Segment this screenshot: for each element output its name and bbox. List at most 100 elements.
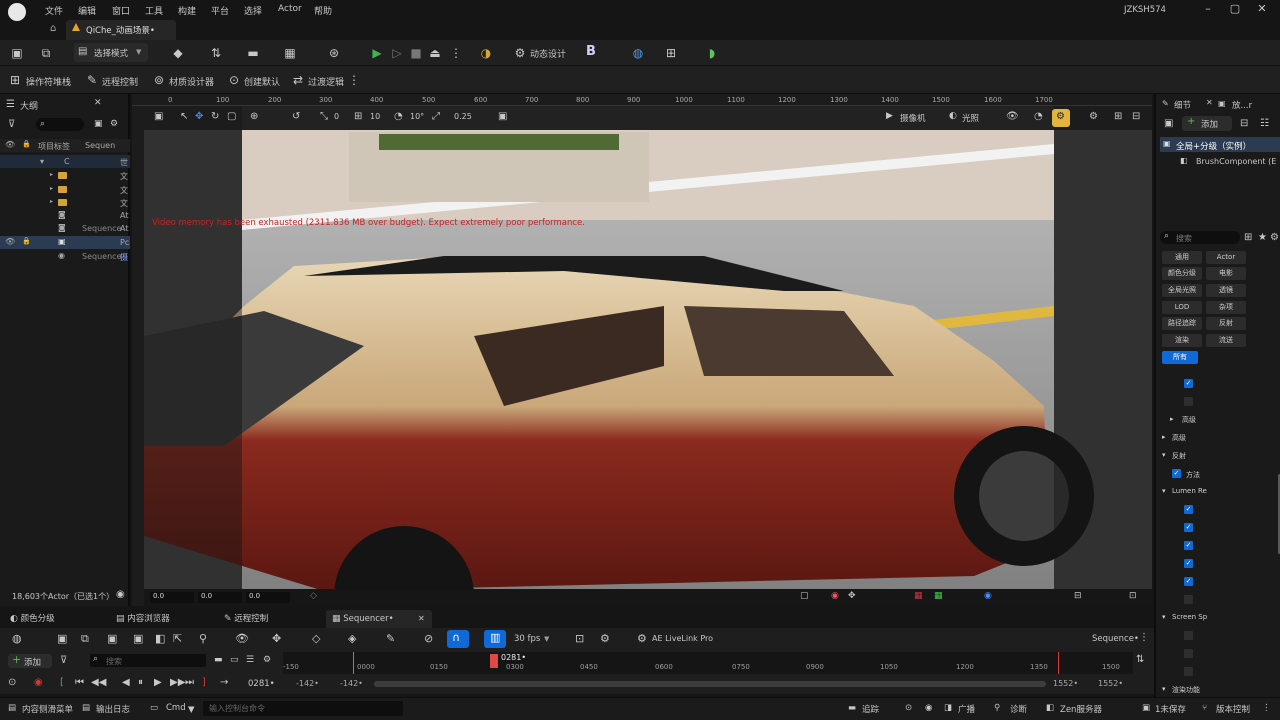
jump-icon[interactable]: → xyxy=(220,677,228,688)
range-end-field[interactable]: 1552• xyxy=(1098,679,1123,688)
render-icon[interactable]: ⧉ xyxy=(81,632,89,646)
console-input[interactable]: 输入控制台命令 xyxy=(203,701,403,716)
scale-snap-icon[interactable]: ⤢ xyxy=(432,111,440,122)
filter-all[interactable]: 所有 xyxy=(1162,351,1198,364)
filter-lod[interactable]: LOD xyxy=(1162,301,1202,314)
view-end-field[interactable]: 1552• xyxy=(1053,679,1078,688)
gear-icon[interactable]: ⚙ xyxy=(263,655,271,665)
section-advanced-2[interactable]: 高级 xyxy=(1172,433,1186,443)
menu-help[interactable]: 帮助 xyxy=(314,4,332,17)
blueprint-scripts-icon[interactable]: ⇅ xyxy=(208,45,224,61)
coord-z-field[interactable]: 0.0 xyxy=(246,592,290,603)
menu-select[interactable]: 选择 xyxy=(244,4,262,17)
game-view-icon[interactable]: ▦ xyxy=(934,591,943,601)
preview-icon[interactable]: ▢ xyxy=(800,591,809,601)
visibility-icon[interactable]: 👁 xyxy=(235,632,249,645)
expand-icon[interactable]: ▸ xyxy=(1170,415,1174,423)
filter-misc[interactable]: 杂项 xyxy=(1206,301,1246,314)
broadcast-button[interactable]: 广播 xyxy=(958,703,975,715)
cinematics-icon[interactable]: ▬ xyxy=(245,45,261,61)
close-icon[interactable]: ✕ xyxy=(418,610,425,628)
world-icon[interactable]: ◍ xyxy=(12,632,22,645)
reset-icon[interactable]: ◇ xyxy=(310,591,317,601)
menu-window[interactable]: 窗口 xyxy=(112,4,130,17)
camera-menu[interactable]: 摄像机 xyxy=(900,112,926,124)
snap-toggle[interactable]: ∩ xyxy=(447,630,469,648)
details-search-input[interactable]: ⌕ 搜索 xyxy=(1160,231,1240,244)
minimize-icon[interactable]: – xyxy=(1199,2,1217,16)
menu-platform[interactable]: 平台 xyxy=(211,4,229,17)
pause-icon[interactable]: ⏸ xyxy=(138,677,143,688)
menu-tools[interactable]: 工具 xyxy=(145,4,163,17)
play-icon[interactable]: ▶ xyxy=(154,677,162,688)
menu-build[interactable]: 构建 xyxy=(178,4,196,17)
animation-design-label[interactable]: 动态设计 xyxy=(530,47,566,60)
close-icon[interactable]: ✕ xyxy=(1253,2,1271,16)
operator-stack-button[interactable]: 操作符堆栈 xyxy=(26,75,71,88)
transform-icon[interactable]: ✥ xyxy=(272,632,281,645)
blueprint-button[interactable]: B xyxy=(586,44,596,59)
to-start-icon[interactable]: ⏮ xyxy=(75,677,84,688)
expand-icon[interactable]: ▭ xyxy=(230,655,239,665)
trace-button[interactable]: 追踪 xyxy=(862,703,879,715)
end-marker[interactable] xyxy=(1058,652,1059,674)
cmd-selector[interactable]: Cmd xyxy=(166,703,186,713)
property-checkbox[interactable]: ✓ xyxy=(1184,541,1193,550)
gear-icon[interactable]: ⚙ xyxy=(110,119,118,129)
play-icon[interactable]: ▶ xyxy=(369,45,385,61)
view-options-icon[interactable]: ◉ xyxy=(116,589,125,600)
timeline-options-icon[interactable]: ⇅ xyxy=(1136,654,1144,665)
output-log-button[interactable]: 输出日志 xyxy=(96,703,130,715)
add-actor-icon[interactable]: ◆ xyxy=(170,45,186,61)
menu-file[interactable]: 文件 xyxy=(45,4,63,17)
convert-icon[interactable]: ⊟ xyxy=(1240,118,1248,129)
eject-icon[interactable]: ⏏ xyxy=(427,45,443,61)
auto-key-icon[interactable]: ◈ xyxy=(348,632,356,645)
section-reflection[interactable]: 反射 xyxy=(1172,451,1186,461)
list-item[interactable]: 👁 🔒 ▣ Pc xyxy=(0,236,130,249)
visibility-icon[interactable]: ◉ xyxy=(984,591,992,601)
start-marker[interactable] xyxy=(353,652,354,674)
filter-rendering[interactable]: 渲染 xyxy=(1162,334,1202,347)
to-end-icon[interactable]: ⏭ xyxy=(185,677,194,688)
more-options-icon[interactable]: ⋮ xyxy=(346,72,362,88)
filter-reflection[interactable]: 反射 xyxy=(1206,317,1246,330)
filter-icon[interactable]: ⊽ xyxy=(8,119,15,130)
star-icon[interactable]: ★ xyxy=(1258,232,1267,243)
gear-icon[interactable]: ⚙ xyxy=(1270,232,1279,243)
build-icon[interactable]: ▦ xyxy=(282,45,298,61)
filter-color-grading[interactable]: 颜色分级 xyxy=(1162,267,1202,280)
property-checkbox[interactable] xyxy=(1184,649,1193,658)
expand-icon[interactable]: ▸ xyxy=(50,198,53,205)
outliner-label-header[interactable]: 项目标签 xyxy=(38,141,70,152)
sequence-breadcrumb[interactable]: Sequence• xyxy=(1092,634,1139,644)
list-item[interactable]: ◙ Sequence At xyxy=(0,222,130,235)
key-icon[interactable]: ⚲ xyxy=(199,632,207,645)
next-key-icon[interactable]: ▶▶ xyxy=(170,677,185,688)
scale-tool-icon[interactable]: ▢ xyxy=(227,111,236,122)
blueprint-icon[interactable]: ▣ xyxy=(1164,118,1173,129)
section-rendering-features[interactable]: 渲染功能 xyxy=(1172,685,1200,695)
angle-snap-icon[interactable]: ⤡ xyxy=(320,111,328,122)
expand-icon[interactable]: ▾ xyxy=(40,157,44,166)
fullscreen-icon[interactable]: ⊡ xyxy=(1129,591,1137,601)
mark-out-icon[interactable]: ] xyxy=(202,677,206,688)
brush-icon[interactable]: ✎ xyxy=(386,632,395,645)
component-item[interactable]: ◧ BrushComponent (E xyxy=(1160,154,1280,168)
source-control-button[interactable]: 版本控制 xyxy=(1216,703,1250,715)
gear-icon[interactable]: ⚙ xyxy=(600,632,610,645)
add-folder-icon[interactable]: ▣ xyxy=(94,119,103,129)
livelink-button[interactable]: AE LiveLink Pro xyxy=(652,634,713,643)
more-options-icon[interactable]: ⋮ xyxy=(1262,703,1271,713)
add-component-button[interactable]: + 添加 xyxy=(1182,116,1232,131)
coord-x-field[interactable]: 0.0 xyxy=(150,592,194,603)
theme-icon[interactable]: ◑ xyxy=(478,45,494,61)
filter-icon[interactable]: ⊽ xyxy=(60,655,67,666)
section-lumen-reflections[interactable]: Lumen Re xyxy=(1172,487,1207,495)
list-item[interactable]: ▸ 文 xyxy=(0,183,130,196)
property-checkbox[interactable] xyxy=(1184,397,1193,406)
expand-icon[interactable]: ▸ xyxy=(50,185,53,192)
camera-icon[interactable]: ◉ xyxy=(925,703,932,713)
close-icon[interactable]: ✕ xyxy=(94,98,102,108)
property-checkbox[interactable]: ✓ xyxy=(1184,523,1193,532)
